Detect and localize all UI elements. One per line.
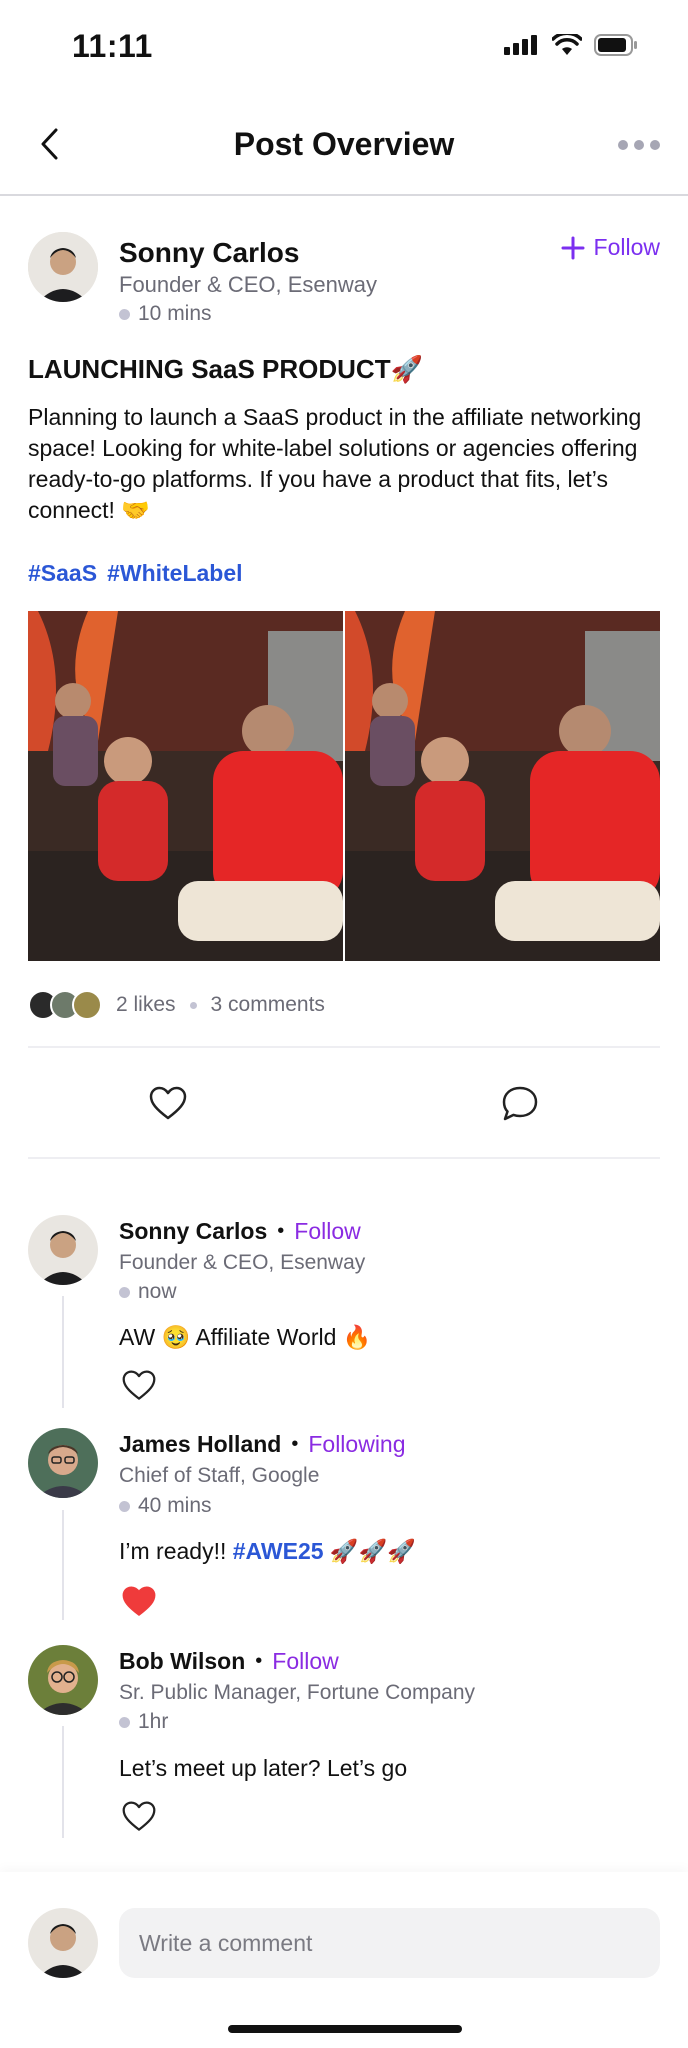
comment-header: Sonny Carlos • Follow (119, 1218, 361, 1245)
divider (28, 1046, 660, 1048)
follow-button[interactable]: Follow (560, 234, 660, 261)
heart-icon[interactable] (120, 1799, 158, 1835)
heart-icon[interactable] (120, 1584, 158, 1620)
status-icons (504, 34, 638, 56)
follow-label: Follow (593, 234, 660, 260)
comment-text: I’m ready!! #AWE25 🚀🚀🚀 (119, 1538, 416, 1564)
plus-icon (561, 236, 585, 259)
post-photo[interactable] (345, 611, 660, 961)
signal-icon (504, 35, 540, 55)
comments-count[interactable]: 3 comments (211, 993, 325, 1017)
comment-bubble-icon[interactable] (500, 1084, 540, 1124)
post-photo[interactable] (28, 611, 343, 961)
comment-author-name[interactable]: Bob Wilson (119, 1648, 245, 1675)
likes-count[interactable]: 2 likes (116, 993, 176, 1017)
nav-header: Post Overview (0, 100, 688, 196)
thread-line (62, 1296, 64, 1408)
reactions-summary[interactable]: 2 likes 3 comments (28, 990, 325, 1020)
author-avatar[interactable] (28, 232, 98, 302)
comment-author-name[interactable]: Sonny Carlos (119, 1218, 267, 1245)
hashtags: #SaaS #WhiteLabel (28, 560, 243, 587)
author-title: Founder & CEO, Esenway (119, 272, 378, 297)
author-name[interactable]: Sonny Carlos (119, 237, 299, 269)
avatar (72, 990, 102, 1020)
comment-follow-button[interactable]: Follow (272, 1648, 338, 1675)
post-heading: LAUNCHING SaaS PRODUCT🚀 (28, 354, 423, 384)
comment-header: James Holland • Following (119, 1431, 406, 1458)
home-indicator (228, 2025, 462, 2033)
battery-icon (594, 34, 637, 56)
hashtag-link[interactable]: #SaaS (28, 560, 97, 587)
comment-time: 1hr (119, 1710, 168, 1734)
post-body: Planning to launch a SaaS product in the… (28, 404, 642, 523)
thread-line (62, 1510, 64, 1620)
comment-avatar[interactable] (28, 1645, 98, 1715)
comment-author-role: Sr. Public Manager, Fortune Company (119, 1681, 476, 1704)
current-user-avatar (28, 1908, 98, 1978)
comment-text: Let’s meet up later? Let’s go (119, 1755, 408, 1781)
thread-line (62, 1726, 64, 1838)
comment-time: now (119, 1280, 177, 1304)
comment-follow-button[interactable]: Follow (294, 1218, 360, 1245)
comment-follow-button[interactable]: Following (308, 1431, 405, 1458)
post-time: 10 mins (119, 302, 212, 326)
comment-author-role: Chief of Staff, Google (119, 1464, 320, 1487)
comment-avatar[interactable] (28, 1428, 98, 1498)
status-bar: 11:11 (0, 0, 688, 96)
comment-time: 40 mins (119, 1494, 212, 1518)
wifi-icon (552, 34, 582, 55)
hashtag-link[interactable]: #AWE25 (233, 1538, 324, 1564)
comment-author-role: Founder & CEO, Esenway (119, 1251, 366, 1274)
status-time: 11:11 (72, 28, 153, 64)
heart-icon[interactable] (120, 1368, 158, 1404)
more-dots-icon[interactable] (618, 140, 660, 150)
hashtag-link[interactable]: #WhiteLabel (107, 560, 242, 587)
divider (28, 1157, 660, 1159)
page-title: Post Overview (233, 126, 455, 162)
comment-text: AW 🥹 Affiliate World 🔥 (119, 1324, 372, 1350)
heart-icon[interactable] (148, 1084, 188, 1124)
comment-author-name[interactable]: James Holland (119, 1431, 281, 1458)
comment-avatar[interactable] (28, 1215, 98, 1285)
comment-header: Bob Wilson • Follow (119, 1648, 339, 1675)
comment-input[interactable] (119, 1908, 660, 1978)
